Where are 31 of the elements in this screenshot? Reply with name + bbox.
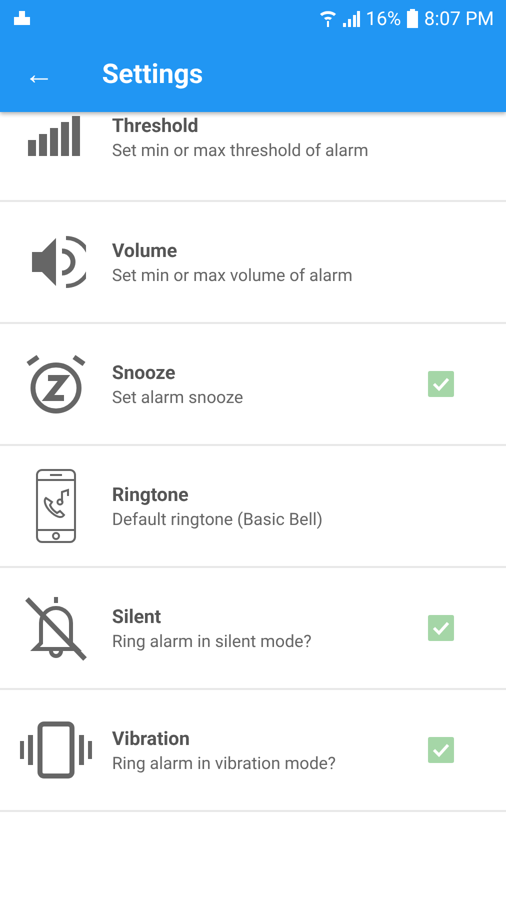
cell-signal-icon [342,9,360,27]
checkbox[interactable] [428,615,454,641]
setting-description: Default ringtone (Basic Bell) [112,510,324,530]
notification-icon [12,9,32,27]
setting-description: Set min or max volume of alarm [112,266,354,286]
setting-title: Volume [112,238,178,262]
settings-row[interactable]: Vibration Ring alarm in vibration mode? [0,690,506,812]
vibrating-phone-icon [18,721,94,779]
wifi-icon [320,9,336,27]
settings-row[interactable]: Volume Set min or max volume of alarm [0,202,506,324]
setting-description: Set min or max threshold of alarm [112,141,370,161]
setting-description: Set alarm snooze [112,388,244,408]
setting-title: Snooze [112,360,176,384]
alarm-clock-icon [24,352,88,416]
checkbox[interactable] [428,737,454,763]
battery-percent: 16% [366,6,402,30]
settings-row[interactable]: Ringtone Default ringtone (Basic Bell) [0,446,506,568]
setting-title: Threshold [112,114,200,137]
checkbox[interactable] [428,371,454,397]
setting-title: Ringtone [112,482,190,506]
setting-title: Vibration [112,726,191,750]
setting-description: Ring alarm in vibration mode? [112,754,337,774]
settings-row[interactable]: Silent Ring alarm in silent mode? [0,568,506,690]
screen-title: Settings [102,58,204,90]
settings-row[interactable]: Snooze Set alarm snooze [0,324,506,446]
setting-title: Silent [112,604,162,628]
setting-description: Ring alarm in silent mode? [112,632,312,652]
clock-time: 8:07 PM [424,6,494,30]
settings-row[interactable]: Threshold Set min or max threshold of alarm [0,112,506,202]
phone-icon [34,468,78,544]
battery-icon [407,8,418,28]
